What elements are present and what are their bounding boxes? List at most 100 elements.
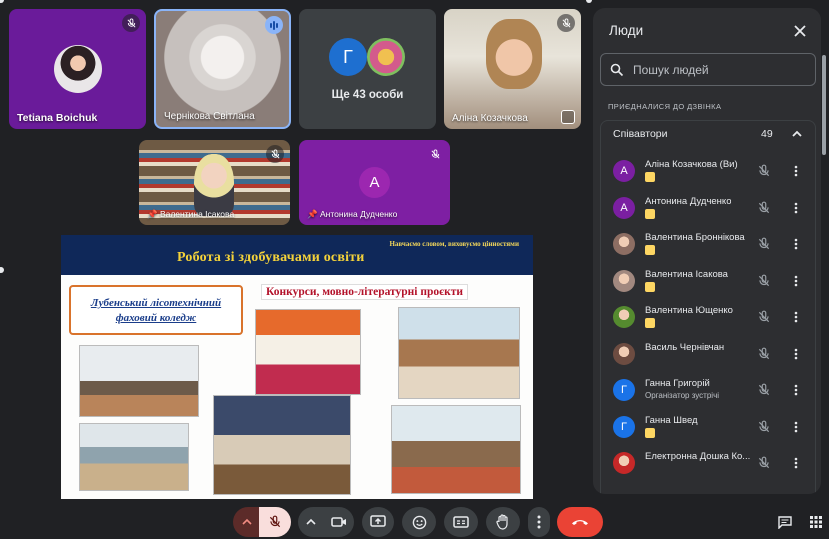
participant-tile-alina[interactable]: Аліна Козачкова [444, 9, 581, 129]
raise-hand-button[interactable] [486, 507, 520, 537]
avatar [486, 19, 542, 89]
participant-name: Ганна Швед [645, 414, 698, 426]
participant-row[interactable]: А Аліна Козачкова (Ви) [601, 153, 817, 189]
avatar: Г [613, 379, 635, 401]
participant-name: 📌 Валентина Ісакова [147, 209, 234, 220]
more-vert-icon[interactable] [789, 420, 803, 434]
avatar [54, 45, 102, 93]
participant-tile-chernikova[interactable]: Чернікова Світлана [154, 9, 291, 129]
emoji-icon [412, 515, 426, 529]
participant-tile-antonina[interactable]: А 📌 Антонина Дудченко [299, 140, 450, 225]
more-vert-icon[interactable] [789, 310, 803, 324]
apps-grid-icon [810, 516, 822, 528]
mic-off-icon [557, 14, 575, 32]
more-vert-icon[interactable] [789, 383, 803, 397]
participant-row[interactable]: Валентина Броннікова [601, 226, 817, 262]
presentation-slide: Навчаємо словом, виховуємо цінностями Ро… [61, 235, 533, 499]
leave-call-button[interactable] [557, 507, 603, 537]
avatar: А [359, 167, 390, 198]
background-effects-icon [561, 110, 575, 124]
window-resize-handle[interactable] [586, 0, 592, 3]
more-vert-icon[interactable] [789, 237, 803, 251]
panel-scrollbar[interactable] [822, 55, 826, 155]
college-name-line2: фаховий коледж [115, 312, 197, 324]
pin-icon: 📌 [307, 209, 320, 219]
captions-button[interactable] [444, 507, 478, 537]
participant-name: Tetiana Boichuk [17, 112, 98, 124]
present-screen-button[interactable] [362, 507, 394, 537]
avatar: Г [613, 415, 635, 438]
more-options-button[interactable] [528, 507, 550, 537]
avatar: А [613, 160, 635, 182]
mic-off-icon [757, 347, 771, 366]
window-resize-handle[interactable] [0, 0, 4, 3]
slide-photo [391, 405, 521, 494]
microphone-toggle-button[interactable] [259, 507, 291, 537]
participant-name-text: Антонина Дудченко [319, 209, 398, 219]
camera-toggle-button[interactable] [298, 507, 354, 537]
participant-name-text: Валентина Ісакова [159, 209, 235, 219]
avatar [613, 269, 635, 292]
more-participants-label: Ще 43 особи [331, 89, 404, 101]
mic-off-icon [269, 515, 281, 528]
slide-photo [398, 307, 520, 399]
group-header[interactable]: Співавтори 49 [601, 121, 815, 149]
slide-motto: Навчаємо словом, виховуємо цінностями [389, 240, 519, 248]
participant-name: Чернікова Світлана [164, 111, 255, 122]
search-input[interactable] [633, 61, 803, 79]
participant-name: Аліна Козачкова [452, 113, 528, 124]
window-resize-handle[interactable] [0, 267, 4, 273]
activities-button[interactable] [804, 507, 828, 537]
participant-name: Валентина Ющенко [645, 305, 733, 316]
mic-off-icon [122, 14, 140, 32]
pin-icon: 📌 [147, 209, 160, 219]
slide-photo [79, 345, 199, 417]
participant-row[interactable]: Електронна Дошка Ко... [601, 445, 817, 481]
mic-off-icon [426, 145, 444, 163]
group-count: 49 [761, 128, 773, 140]
participant-tile-tetiana[interactable]: Tetiana Boichuk [9, 9, 146, 129]
slide-header: Навчаємо словом, виховуємо цінностями Ро… [61, 235, 533, 275]
more-vert-icon[interactable] [789, 274, 803, 288]
participant-name: Аліна Козачкова (Ви) [645, 159, 738, 170]
participant-name: Валентина Броннікова [645, 232, 745, 243]
more-vert-icon[interactable] [789, 201, 803, 215]
more-participants-tile[interactable]: Г Ще 43 особи [299, 9, 436, 129]
chat-icon [778, 515, 792, 529]
participant-row[interactable]: Василь Чернівчан [601, 336, 817, 372]
slide-photo [79, 423, 189, 491]
search-icon [610, 63, 624, 77]
participant-name: Антонина Дудченко [645, 195, 732, 207]
panel-title: Люди [609, 23, 644, 38]
participant-tile-valentyna[interactable]: 📌 Валентина Ісакова [139, 140, 290, 225]
more-vert-icon[interactable] [789, 456, 803, 470]
group-title: Співавтори [613, 128, 668, 140]
avatar [194, 154, 234, 216]
reactions-button[interactable] [402, 507, 436, 537]
avatar [613, 452, 635, 474]
chevron-up-icon [792, 130, 802, 137]
participant-role: Організатор зустрічі [645, 391, 720, 400]
participant-row[interactable]: Г Ганна Швед [601, 409, 817, 445]
more-vert-icon[interactable] [789, 164, 803, 178]
more-vert-icon[interactable] [789, 347, 803, 361]
people-panel: Люди ПРИЄДНАЛИСЯ ДО ДЗВІНКА Співавтори 4… [593, 8, 821, 494]
mic-off-icon [757, 456, 771, 475]
participant-row[interactable]: Валентина Ющенко [601, 299, 817, 335]
avatar [613, 233, 635, 255]
chat-button[interactable] [773, 507, 797, 537]
more-vert-icon [537, 515, 541, 529]
slide-photo [213, 395, 351, 495]
mic-off-icon [757, 274, 771, 293]
close-icon[interactable] [789, 20, 811, 42]
contributor-badge-icon [645, 281, 655, 292]
slide-title: Робота зі здобувачами освіти [177, 250, 365, 265]
participant-row[interactable]: Г Ганна Григорій Організатор зустрічі [601, 372, 817, 408]
mic-off-icon [757, 237, 771, 256]
participant-row[interactable]: Валентина Ісакова [601, 263, 817, 299]
audio-options-button[interactable] [233, 507, 261, 537]
participant-name: Ганна Григорій [645, 378, 710, 389]
participant-name: Василь Чернівчан [645, 341, 725, 353]
participant-name: Валентина Ісакова [645, 268, 728, 280]
participant-row[interactable]: А Антонина Дудченко [601, 190, 817, 226]
